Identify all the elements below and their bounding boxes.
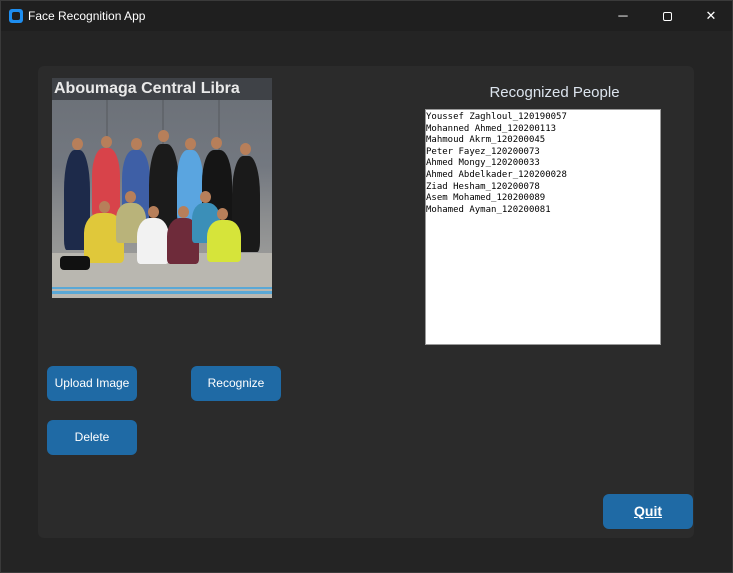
list-item[interactable]: Mohanned Ahmed_120200113 (426, 124, 660, 136)
maximize-icon (662, 12, 672, 22)
photo-person (137, 218, 169, 264)
delete-button[interactable]: Delete (47, 420, 137, 455)
photo-person-head (72, 138, 83, 150)
photo-person-head (200, 191, 211, 203)
photo-parking-line (52, 287, 272, 289)
list-item[interactable]: Ahmed Mongy_120200033 (426, 158, 660, 170)
photo-person-head (131, 138, 142, 150)
photo-person-head (158, 130, 169, 142)
recognize-button[interactable]: Recognize (191, 366, 281, 401)
list-item[interactable]: Asem Mohamed_120200089 (426, 193, 660, 205)
recognized-people-heading: Recognized People (489, 84, 620, 101)
window-title: Face Recognition App (28, 9, 146, 23)
app-window: Face Recognition App ─ ✕ Aboumaga Centra… (0, 0, 733, 573)
close-icon: ✕ (705, 8, 717, 23)
photo-person-head (125, 191, 136, 203)
photo-person-head (99, 201, 110, 213)
minimize-icon: ─ (618, 8, 628, 23)
close-button[interactable]: ✕ (689, 1, 733, 31)
upload-image-button[interactable]: Upload Image (47, 366, 137, 401)
list-item[interactable]: Peter Fayez_120200073 (426, 147, 660, 159)
photo-sign: Aboumaga Central Libra (52, 78, 272, 100)
photo-person-head (101, 136, 112, 148)
maximize-button[interactable] (645, 1, 689, 31)
list-item[interactable]: Ziad Hesham_120200078 (426, 182, 660, 194)
list-item[interactable]: Ahmed Abdelkader_120200028 (426, 170, 660, 182)
photo-parking-line (52, 291, 272, 294)
photo-person-head (148, 206, 159, 218)
photo-person-head (217, 208, 228, 220)
uploaded-photo: Aboumaga Central Libra (52, 78, 272, 298)
minimize-button[interactable]: ─ (601, 1, 645, 31)
main-panel: Aboumaga Central Libra Upload Image Reco… (38, 66, 694, 538)
photo-person-head (211, 137, 222, 149)
quit-button[interactable]: Quit (603, 494, 693, 529)
recognized-people-list[interactable]: Youssef Zaghloul_120190057 Mohanned Ahme… (425, 109, 661, 345)
title-bar[interactable]: Face Recognition App ─ ✕ (1, 1, 732, 31)
photo-backpack (60, 256, 90, 270)
list-item[interactable]: Youssef Zaghloul_120190057 (426, 112, 660, 124)
photo-person-head (185, 138, 196, 150)
app-icon (9, 9, 23, 23)
photo-person (207, 220, 241, 262)
list-item[interactable]: Mahmoud Akrm_120200045 (426, 135, 660, 147)
photo-person-head (240, 143, 251, 155)
photo-person-head (178, 206, 189, 218)
list-item[interactable]: Mohamed Ayman_120200081 (426, 205, 660, 217)
